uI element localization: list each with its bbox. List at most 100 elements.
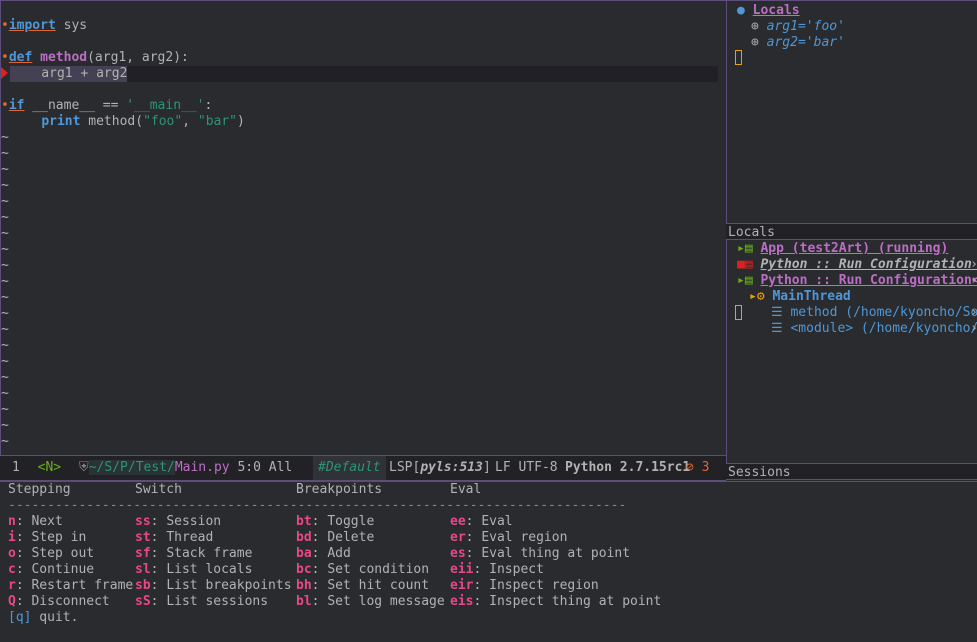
command-key: bl — [296, 594, 312, 609]
hydra-command[interactable]: sl: List locals — [135, 562, 252, 578]
command-key: bd — [296, 530, 312, 545]
hydra-command[interactable]: c: Continue — [8, 562, 94, 578]
hydra-command[interactable]: es: Eval thing at point — [450, 546, 630, 562]
sessions-pane[interactable]: ▸▤ App (test2Art) (running) ■▤ Python ::… — [726, 240, 977, 463]
session-item[interactable]: ▸▤ Python :: Run Configuration<1> › — [737, 273, 977, 289]
hydra-command[interactable]: bl: Set log message — [296, 594, 445, 610]
colon: : — [465, 546, 482, 561]
colon: : — [150, 530, 167, 545]
command-label: Toggle — [327, 514, 375, 529]
lsp-status[interactable]: LSP[pyls:513] — [389, 456, 491, 480]
major-mode[interactable]: Python 2.7.15rc1 — [565, 456, 690, 480]
command-key: st — [135, 530, 151, 545]
command-label: Inspect thing at point — [489, 594, 662, 609]
hydra-command[interactable]: ee: Eval — [450, 514, 513, 530]
hydra-command[interactable]: bd: Delete — [296, 530, 374, 546]
command-label: Inspect — [489, 562, 544, 577]
hydra-command[interactable]: i: Step in — [8, 530, 86, 546]
hydra-command[interactable]: n: Next — [8, 514, 63, 530]
empty-line-tilde: ~ — [1, 226, 9, 241]
command-key: Q — [8, 594, 16, 609]
command-key: bh — [296, 578, 312, 593]
command-label: Set condition — [327, 562, 430, 577]
function-name: method — [40, 50, 88, 65]
command-key: ee — [450, 514, 466, 529]
breakpoint-arrow-icon[interactable] — [1, 67, 8, 79]
hydra-command[interactable]: sb: List breakpoints — [135, 578, 292, 594]
sessions-modeline: Sessions — [726, 463, 977, 480]
command-key: o — [8, 546, 16, 561]
hydra-command[interactable]: bt: Toggle — [296, 514, 374, 530]
command-key: sf — [135, 546, 151, 561]
empty-line-tilde: ~ — [1, 178, 9, 193]
command-key: i — [8, 530, 16, 545]
hydra-command[interactable]: eis: Inspect thing at point — [450, 594, 661, 610]
command-label: Continue — [31, 562, 95, 577]
hydra-help: Stepping n: Next i: Step in o: Step out c: C… — [0, 481, 977, 642]
hydra-command[interactable]: ss: Session — [135, 514, 221, 530]
keyword: if — [8, 98, 25, 113]
collapse-icon[interactable]: ● — [737, 3, 745, 18]
editor-pane[interactable]: •import sys •def method(arg1, arg2): arg… — [0, 0, 726, 455]
command-key: sS — [135, 594, 151, 609]
error-count-value: 3 — [701, 460, 710, 475]
cursor — [735, 50, 742, 65]
empty-line-tilde: ~ — [1, 242, 9, 257]
session-item[interactable]: ■▤ Python :: Run Configuration (te› — [737, 257, 977, 273]
command-key: c — [8, 562, 16, 577]
colon: : — [150, 514, 167, 529]
hydra-command[interactable]: er: Eval region — [450, 530, 567, 546]
command-key: sl — [135, 562, 151, 577]
empty-line-tilde: ~ — [1, 210, 9, 225]
chevron-right-icon: › — [970, 273, 977, 289]
hydra-command[interactable]: st: Thread — [135, 530, 213, 546]
quit-hint[interactable]: [q] quit. — [8, 610, 78, 626]
colon: : — [473, 578, 490, 593]
empty-line-tilde: ~ — [1, 354, 9, 369]
code-line-6: •if __name__ == '__main__': — [1, 98, 212, 114]
locals-root[interactable]: ● Locals — [737, 3, 800, 19]
code-text: sys — [55, 18, 88, 33]
running-session-icon: ▸▤ — [737, 273, 753, 288]
hydra-command[interactable]: sf: Stack frame — [135, 546, 252, 562]
chevron-right-icon: › — [970, 305, 977, 321]
frame-item[interactable]: ☰ method (/home/kyoncho/Sour› — [771, 305, 977, 321]
locals-pane[interactable]: ● Locals ⊕ arg1='foo' ⊕ arg2='bar' — [726, 0, 977, 223]
expand-icon[interactable]: ⊕ — [751, 35, 759, 50]
empty-line-tilde: ~ — [1, 370, 9, 385]
local-item[interactable]: ⊕ arg1='foo' — [751, 19, 845, 35]
colon: : — [150, 546, 167, 561]
locals-modeline: Locals — [726, 223, 977, 240]
hydra-command[interactable]: eii: Inspect — [450, 562, 544, 578]
local-item[interactable]: ⊕ arg2='bar' — [751, 35, 845, 51]
hydra-command[interactable]: eir: Inspect region — [450, 578, 599, 594]
string: "foo" — [143, 114, 183, 129]
code-text: : — [204, 98, 213, 113]
hydra-command[interactable]: Q: Disconnect — [8, 594, 110, 610]
error-count[interactable]: ⊘ 3 — [686, 456, 709, 480]
thread-label: MainThread — [772, 289, 851, 304]
command-label: Delete — [327, 530, 375, 545]
session-item[interactable]: ▸▤ App (test2Art) (running) — [737, 241, 948, 257]
command-label: Eval region — [481, 530, 568, 545]
hydra-command[interactable]: bh: Set hit count — [296, 578, 429, 594]
hydra-command[interactable]: bc: Set condition — [296, 562, 429, 578]
hydra-column-title: Switch — [135, 482, 182, 497]
hydra-command[interactable]: ba: Add — [296, 546, 351, 562]
hydra-command[interactable]: sS: List sessions — [135, 594, 268, 610]
expand-icon[interactable]: ⊕ — [751, 19, 759, 34]
colon: : — [311, 578, 328, 593]
hydra-command[interactable]: r: Restart frame — [8, 578, 133, 594]
colon: : — [311, 594, 328, 609]
command-key: es — [450, 546, 466, 561]
colon: : — [150, 578, 167, 593]
thread-item[interactable]: ▸⚙ MainThread — [749, 289, 851, 305]
command-key: r — [8, 578, 16, 593]
frame-item[interactable]: ☰ <module> (/home/kyoncho/Sc› — [771, 321, 977, 337]
workspace[interactable]: #Default — [313, 456, 386, 480]
builtin: print — [41, 114, 81, 129]
hydra-command[interactable]: o: Step out — [8, 546, 94, 562]
command-label: Inspect region — [489, 578, 599, 593]
colon: : — [311, 514, 328, 529]
empty-line-tilde: ~ — [1, 274, 9, 289]
